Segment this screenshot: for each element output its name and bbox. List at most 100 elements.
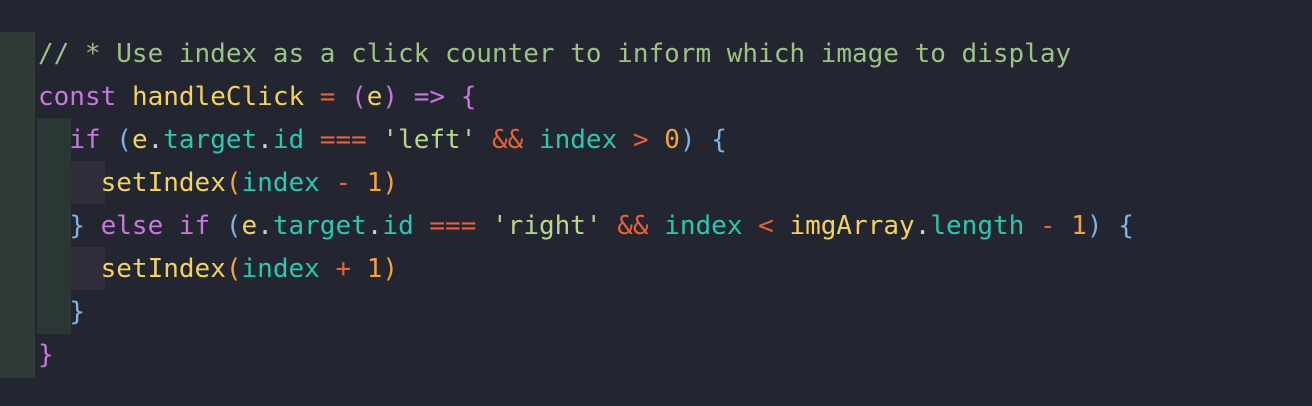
code-token: if bbox=[178, 211, 211, 241]
code-token: id bbox=[272, 125, 305, 155]
code-token: setIndex bbox=[100, 168, 226, 198]
code-token: } bbox=[69, 297, 85, 327]
code-token: 1 bbox=[366, 168, 383, 198]
line-highlight-bar bbox=[0, 32, 35, 378]
code-token: e bbox=[366, 82, 383, 112]
code-line[interactable]: setIndex(index + 1) bbox=[38, 248, 1134, 291]
code-token: imgArray bbox=[789, 211, 915, 241]
code-token: 'right' bbox=[492, 211, 602, 241]
code-token: . bbox=[366, 211, 383, 241]
code-token: ) bbox=[679, 125, 696, 155]
code-token: . bbox=[257, 211, 273, 241]
code-token: { bbox=[711, 125, 727, 155]
code-token: const bbox=[38, 82, 117, 112]
code-token: === bbox=[319, 125, 367, 155]
code-line[interactable]: // * Use index as a click counter to inf… bbox=[38, 33, 1134, 76]
code-token: e bbox=[131, 125, 148, 155]
code-line[interactable]: } else if (e.target.id === 'right' && in… bbox=[38, 205, 1134, 248]
code-token: index bbox=[664, 211, 743, 241]
code-token: . bbox=[147, 125, 164, 155]
code-token: ( bbox=[225, 168, 242, 198]
code-token: // * Use index as a click counter to inf… bbox=[38, 39, 1072, 69]
code-token: + bbox=[335, 254, 352, 284]
code-token: > bbox=[632, 125, 649, 155]
code-token: - bbox=[335, 168, 352, 198]
code-token: 0 bbox=[664, 125, 680, 155]
code-token: = bbox=[319, 82, 336, 112]
code-token: && bbox=[617, 211, 649, 241]
code-token: if bbox=[69, 125, 101, 155]
code-token: ) bbox=[382, 168, 399, 198]
code-token: => bbox=[413, 82, 446, 112]
code-line[interactable]: if (e.target.id === 'left' && index > 0)… bbox=[38, 119, 1134, 162]
code-token: { bbox=[1118, 211, 1134, 241]
code-token: ) bbox=[1086, 211, 1103, 241]
code-editor[interactable]: // * Use index as a click counter to inf… bbox=[0, 0, 1312, 406]
code-token: } bbox=[69, 211, 85, 241]
code-token: e bbox=[241, 211, 258, 241]
code-token: } bbox=[38, 340, 54, 370]
code-token: 1 bbox=[366, 254, 383, 284]
code-token: ( bbox=[351, 82, 367, 112]
code-token: - bbox=[1039, 211, 1056, 241]
code-token: setIndex bbox=[100, 254, 226, 284]
code-token: id bbox=[382, 211, 414, 241]
code-token: length bbox=[930, 211, 1025, 241]
code-block[interactable]: // * Use index as a click counter to inf… bbox=[38, 33, 1134, 377]
code-line[interactable]: } bbox=[38, 291, 1134, 334]
code-token: ( bbox=[225, 211, 242, 241]
code-token: target bbox=[163, 125, 258, 155]
code-token: ) bbox=[382, 82, 399, 112]
code-token: index bbox=[241, 254, 320, 284]
code-token: handleClick bbox=[131, 82, 305, 112]
code-token: === bbox=[429, 211, 477, 241]
code-token: else bbox=[100, 211, 164, 241]
code-token: ( bbox=[116, 125, 132, 155]
code-token: . bbox=[914, 211, 931, 241]
code-token: ) bbox=[382, 254, 399, 284]
code-line[interactable]: } bbox=[38, 334, 1134, 377]
code-token: && bbox=[492, 125, 524, 155]
code-token: index bbox=[538, 125, 618, 155]
code-token: target bbox=[272, 211, 367, 241]
code-line[interactable]: setIndex(index - 1) bbox=[38, 162, 1134, 205]
code-token: . bbox=[257, 125, 273, 155]
code-token: 1 bbox=[1071, 211, 1087, 241]
code-token: ( bbox=[225, 254, 242, 284]
code-token: < bbox=[758, 211, 774, 241]
code-line[interactable]: const handleClick = (e) => { bbox=[38, 76, 1134, 119]
